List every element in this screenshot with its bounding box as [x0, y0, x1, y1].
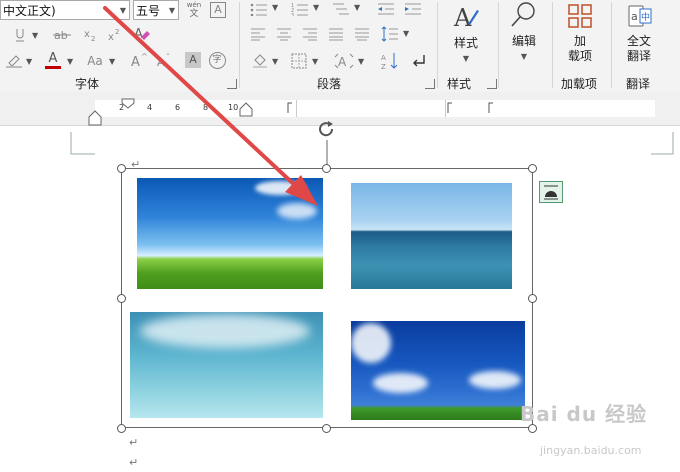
watermark-brand: Bai du 经验 [520, 402, 648, 426]
watermark-url: jingyan.baidu.com [540, 444, 642, 457]
